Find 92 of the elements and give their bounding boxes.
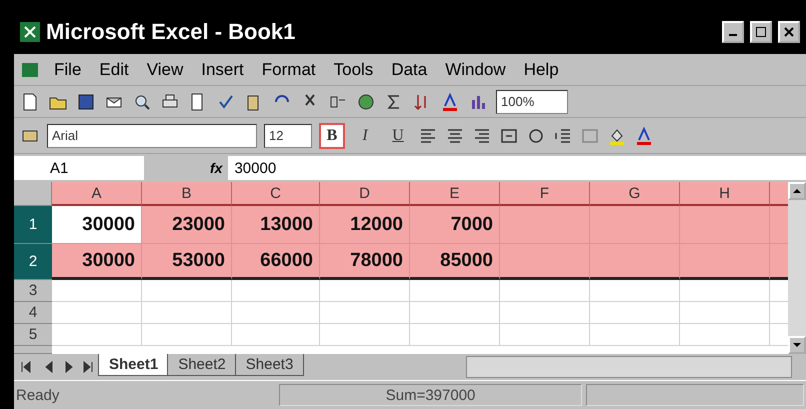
column-header[interactable]: D — [320, 182, 410, 206]
row-header[interactable]: 1 — [14, 206, 52, 244]
table-cell[interactable]: 13000 — [232, 206, 320, 244]
close-icon — [784, 27, 794, 37]
status-sum: Sum=397000 — [386, 386, 476, 404]
table-cell[interactable] — [232, 302, 320, 324]
status-text: Ready — [16, 386, 60, 404]
column-header[interactable]: E — [410, 182, 500, 206]
sheet-tab[interactable]: Sheet2 — [167, 354, 237, 376]
table-cell[interactable] — [320, 302, 410, 324]
scroll-up-icon[interactable] — [788, 182, 806, 200]
table-cell[interactable] — [142, 324, 232, 346]
font-size-dropdown[interactable]: 12 — [264, 124, 312, 148]
table-cell[interactable] — [500, 244, 590, 280]
table-cell[interactable] — [52, 324, 142, 346]
table-cell[interactable] — [500, 280, 590, 302]
sheet-tab[interactable]: Sheet1 — [98, 354, 170, 376]
maximize-button[interactable] — [750, 21, 772, 43]
menu-item[interactable]: Data — [387, 60, 432, 80]
formula-input[interactable]: 30000 — [228, 156, 806, 180]
table-cell[interactable]: 66000 — [232, 244, 320, 280]
table-cell[interactable] — [590, 244, 680, 280]
row-header[interactable]: 3 — [14, 280, 52, 302]
font-color-icon[interactable] — [440, 92, 460, 112]
table-cell[interactable]: 30000 — [52, 244, 142, 280]
table-cell[interactable] — [52, 302, 142, 324]
table-cell[interactable] — [680, 302, 770, 324]
spreadsheet-app-icon — [20, 22, 40, 42]
table-cell[interactable]: 12000 — [320, 206, 410, 244]
table-cell[interactable] — [410, 302, 500, 324]
function-label[interactable]: fx — [210, 160, 222, 176]
table-cell[interactable]: 85000 — [410, 244, 500, 280]
window-title: Microsoft Excel - Book1 — [46, 19, 296, 45]
maximize-icon — [756, 27, 766, 37]
column-header[interactable]: H — [680, 182, 770, 206]
close-button[interactable] — [778, 21, 800, 43]
table-cell[interactable] — [500, 206, 590, 244]
table-cell[interactable] — [590, 302, 680, 324]
table-cell[interactable]: 78000 — [320, 244, 410, 280]
table-cell[interactable] — [500, 324, 590, 346]
table-cell[interactable] — [500, 302, 590, 324]
menu-item[interactable]: Insert — [197, 60, 248, 80]
table-cell[interactable] — [680, 280, 770, 302]
globe-icon[interactable] — [356, 92, 376, 112]
menu-item[interactable]: Format — [258, 60, 320, 80]
column-header[interactable]: B — [142, 182, 232, 206]
table-cell[interactable] — [590, 206, 680, 244]
minimize-icon — [729, 34, 737, 36]
table-cell[interactable]: 23000 — [142, 206, 232, 244]
table-cell[interactable]: 7000 — [410, 206, 500, 244]
row-header[interactable]: 4 — [14, 302, 52, 324]
table-cell[interactable] — [142, 302, 232, 324]
table-cell[interactable] — [590, 324, 680, 346]
table-cell[interactable] — [410, 280, 500, 302]
table-cell[interactable] — [680, 244, 770, 280]
font-dropdown[interactable]: Arial — [47, 124, 257, 148]
column-header[interactable]: C — [232, 182, 320, 206]
table-cell[interactable] — [320, 280, 410, 302]
style-toggle[interactable]: B — [319, 122, 345, 148]
select-all-corner[interactable] — [14, 182, 52, 206]
scroll-down-icon[interactable] — [788, 336, 806, 354]
table-cell[interactable] — [52, 280, 142, 302]
vertical-scrollbar[interactable] — [788, 182, 806, 354]
table-cell[interactable] — [590, 280, 680, 302]
table-cell[interactable]: 53000 — [142, 244, 232, 280]
table-cell[interactable] — [410, 324, 500, 346]
table-cell[interactable]: 30000 — [52, 206, 142, 244]
menu-item[interactable]: Tools — [330, 60, 378, 80]
sheet-tab[interactable]: Sheet3 — [234, 354, 304, 376]
name-box[interactable]: A1 — [14, 156, 144, 180]
column-header[interactable]: G — [590, 182, 680, 206]
column-header[interactable]: A — [52, 182, 142, 206]
row-header[interactable]: 5 — [14, 324, 52, 346]
menu-item[interactable]: Window — [441, 60, 510, 80]
table-cell[interactable] — [320, 324, 410, 346]
row-header[interactable]: 2 — [14, 244, 52, 280]
table-cell[interactable] — [680, 206, 770, 244]
horizontal-scrollbar[interactable] — [466, 356, 792, 378]
font-color-icon[interactable] — [634, 126, 654, 146]
style-toggle[interactable]: U — [385, 122, 411, 148]
menu-item[interactable]: File — [50, 60, 86, 80]
table-cell[interactable] — [232, 280, 320, 302]
zoom-dropdown[interactable]: 100% — [496, 90, 568, 114]
menu-item[interactable]: Help — [520, 60, 563, 80]
table-cell[interactable] — [680, 324, 770, 346]
menu-item[interactable]: Edit — [95, 60, 133, 80]
minimize-button[interactable] — [722, 21, 744, 43]
style-toggle[interactable]: I — [352, 122, 378, 148]
column-header[interactable]: F — [500, 182, 590, 206]
table-cell[interactable] — [232, 324, 320, 346]
menu-item[interactable]: View — [142, 60, 188, 80]
table-cell[interactable] — [142, 280, 232, 302]
